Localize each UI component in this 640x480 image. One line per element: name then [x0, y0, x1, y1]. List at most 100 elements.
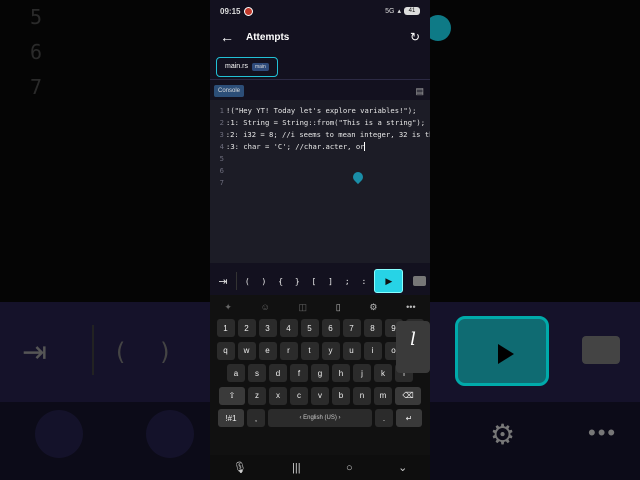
nav-back-icon[interactable]: ⌄: [398, 461, 407, 474]
keyboard-row-bottom: ⇧ zxcvbnm ⌫: [210, 386, 430, 409]
sparkle-icon[interactable]: ✦: [224, 302, 232, 313]
code-line: 2:1: String = String::from("This is a st…: [210, 118, 430, 130]
background-separator: [92, 325, 94, 375]
tab-label: main.rs: [225, 63, 248, 70]
key-1[interactable]: 1: [216, 319, 235, 337]
background-paren: (: [113, 338, 128, 366]
background-keyboard-icon: [582, 336, 620, 364]
keyboard-toolbar: ✦ ☺ ◫ ▯ ⚙ •••: [210, 295, 430, 319]
console-button[interactable]: Console: [214, 85, 245, 97]
file-tabs: main.rs main: [210, 52, 430, 80]
symbol-key[interactable]: {: [274, 277, 287, 286]
tab-main-rs[interactable]: main.rs main: [216, 56, 278, 77]
refresh-icon[interactable]: ↻: [410, 30, 420, 44]
status-bar: 09:15 5G ▴ 41: [210, 0, 430, 22]
shift-key[interactable]: ⇧: [219, 386, 245, 405]
key-7[interactable]: 7: [342, 319, 361, 337]
settings-gear-icon[interactable]: ⚙: [369, 302, 377, 313]
key-y[interactable]: y: [321, 341, 340, 360]
key-preview-popup: l: [396, 321, 430, 373]
key-u[interactable]: u: [342, 341, 361, 360]
key-8[interactable]: 8: [363, 319, 382, 337]
symbol-key[interactable]: }: [291, 277, 304, 286]
network-label: 5G: [385, 7, 395, 15]
space-key[interactable]: ‹ English (US) ›: [268, 409, 372, 427]
mic-icon[interactable]: 🎙: [233, 461, 247, 474]
key-i[interactable]: i: [363, 341, 382, 360]
key-g[interactable]: g: [311, 364, 329, 382]
key-3[interactable]: 3: [258, 319, 277, 337]
tab-key-icon[interactable]: ⇥: [214, 275, 232, 288]
home-icon[interactable]: ○: [346, 462, 353, 474]
key-4[interactable]: 4: [279, 319, 298, 337]
code-line: 6: [219, 166, 224, 175]
period-key[interactable]: .: [375, 409, 393, 427]
key-d[interactable]: d: [269, 364, 287, 382]
key-w[interactable]: w: [237, 341, 256, 360]
symbol-key[interactable]: :: [358, 277, 371, 286]
back-arrow-icon[interactable]: ←: [220, 29, 246, 45]
recents-icon[interactable]: |||: [292, 462, 301, 474]
play-icon: ▶: [385, 275, 393, 286]
key-q[interactable]: q: [216, 341, 235, 360]
key-6[interactable]: 6: [321, 319, 340, 337]
key-b[interactable]: b: [332, 386, 350, 405]
code-line: 5: [219, 154, 224, 163]
symbol-key[interactable]: ;: [341, 277, 354, 286]
key-s[interactable]: s: [248, 364, 266, 382]
comma-key[interactable]: ,: [247, 409, 265, 427]
app-bar: ← Attempts ↻: [210, 22, 430, 52]
symbol-key[interactable]: (: [241, 277, 254, 286]
symbols-key[interactable]: !#1: [218, 409, 244, 427]
code-line: 4:3: char = 'C'; //char.acter, or: [210, 142, 430, 154]
keyboard-toggle-icon[interactable]: [413, 276, 427, 286]
background-run-button: [455, 316, 549, 386]
background-circle: [146, 410, 194, 458]
key-j[interactable]: j: [353, 364, 371, 382]
key-c[interactable]: c: [290, 386, 308, 405]
sticker-icon[interactable]: ◫: [299, 302, 308, 313]
code-text: :1: String = String::from("This is a str…: [226, 118, 426, 127]
key-v[interactable]: v: [311, 386, 329, 405]
symbol-key[interactable]: [: [308, 277, 321, 286]
status-time: 09:15: [220, 6, 241, 16]
symbol-key[interactable]: ): [258, 277, 271, 286]
key-h[interactable]: h: [332, 364, 350, 382]
clipboard-icon[interactable]: ▯: [336, 302, 341, 313]
system-nav-bar: 🎙 ||| ○ ⌄: [210, 455, 430, 480]
key-m[interactable]: m: [374, 386, 392, 405]
run-button[interactable]: ▶: [374, 269, 404, 293]
code-text: :3: char = 'C'; //char.acter, or: [226, 142, 365, 151]
more-icon[interactable]: •••: [406, 302, 415, 312]
code-line: 1 !("Hey YT! Today let's explore variable…: [210, 106, 430, 118]
signal-icon: ▴: [397, 8, 401, 15]
key-2[interactable]: 2: [237, 319, 256, 337]
background-circle: [35, 410, 83, 458]
panel-icon[interactable]: ▤: [415, 86, 424, 97]
key-5[interactable]: 5: [300, 319, 319, 337]
branch-badge: main: [251, 62, 269, 71]
key-a[interactable]: a: [227, 364, 245, 382]
recording-icon: [244, 6, 254, 16]
emoji-icon[interactable]: ☺: [261, 302, 270, 312]
code-editor[interactable]: 1 !("Hey YT! Today let's explore variable…: [210, 100, 430, 263]
backspace-key[interactable]: ⌫: [395, 386, 421, 405]
key-k[interactable]: k: [374, 364, 392, 382]
symbol-key[interactable]: ]: [324, 277, 337, 286]
key-r[interactable]: r: [279, 341, 298, 360]
background-line-numbers: 5 6 7: [30, 0, 70, 105]
key-t[interactable]: t: [300, 341, 319, 360]
background-more-icon: •••: [588, 420, 618, 445]
screen: 5 6 7 ⇥ ( ) ⚙ ••• 09:15 5G ▴ 41 ← Attemp…: [0, 0, 640, 480]
key-z[interactable]: z: [248, 386, 266, 405]
key-n[interactable]: n: [353, 386, 371, 405]
key-e[interactable]: e: [258, 341, 277, 360]
background-number: 5: [30, 5, 43, 29]
enter-key[interactable]: ↵: [396, 409, 422, 427]
code-line: 3:2: i32 = 8; //i seems to mean integer,…: [210, 130, 430, 142]
key-x[interactable]: x: [269, 386, 287, 405]
background-paren: ): [158, 338, 173, 366]
text-caret: [364, 142, 366, 151]
background-number: 6: [30, 40, 43, 64]
key-f[interactable]: f: [290, 364, 308, 382]
